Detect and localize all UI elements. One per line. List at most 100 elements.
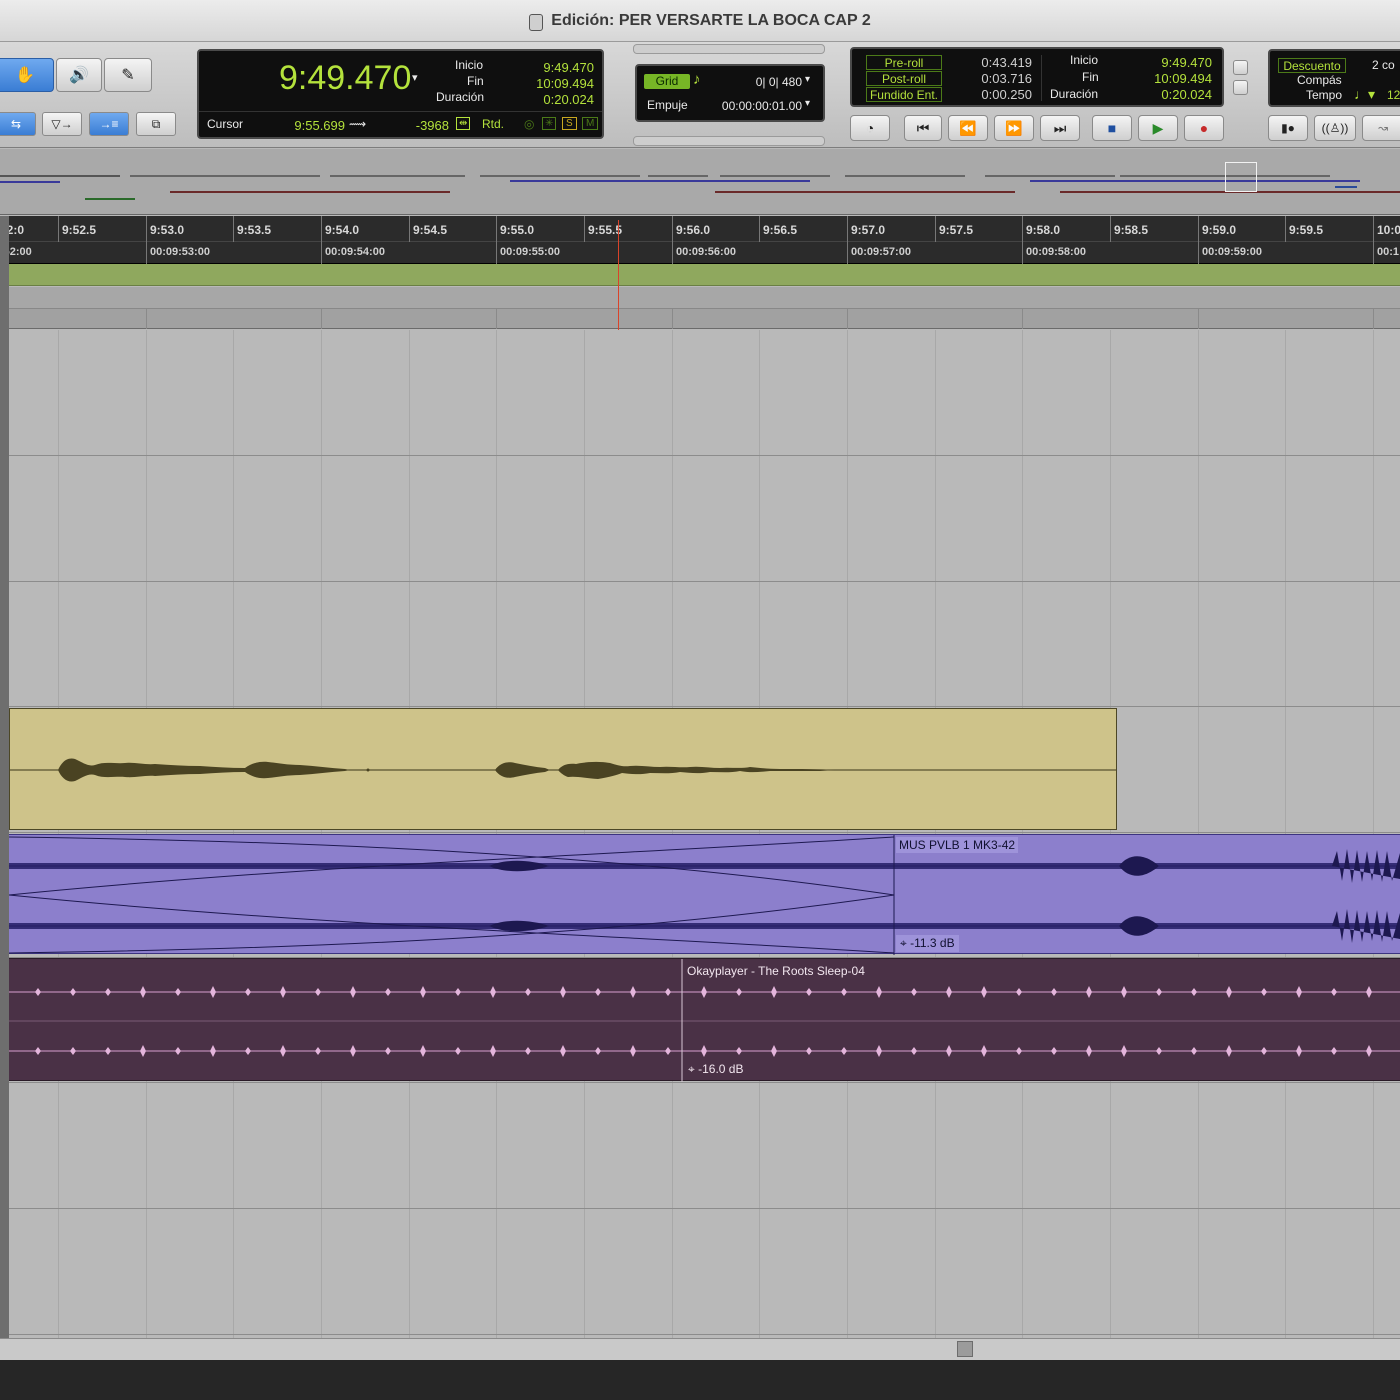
pencil-tool-button[interactable]: ✎ (104, 58, 152, 92)
timecode-label: 00:09:53:00 (150, 246, 210, 258)
playhead-line (618, 220, 619, 330)
mute-safe-button[interactable]: M (582, 117, 599, 130)
gain-icon: ⌖ (688, 1062, 699, 1076)
markers-ruler[interactable] (0, 264, 1400, 286)
ruler-label: 9:56.5 (763, 223, 798, 237)
note-icon[interactable]: ♪ (693, 71, 701, 88)
music-waveform (9, 835, 1400, 955)
stop-icon: ■ (1107, 120, 1117, 136)
okayplayer-clip[interactable]: Okayplayer - The Roots Sleep-04 ⌖ -16.0 … (9, 958, 1400, 1082)
transport-fin-value[interactable]: 10:09.494 (1130, 71, 1212, 86)
rtd-label[interactable]: Rtd. (482, 117, 504, 131)
descuento-value[interactable]: 2 co (1372, 58, 1395, 72)
music-clip-name: MUS PVLB 1 MK3-42 (896, 837, 1019, 853)
descuento-button[interactable]: Descuento (1278, 58, 1346, 73)
tempo-note-icon[interactable]: ♩▾ (1354, 86, 1375, 103)
preroll-button[interactable]: Pre-roll (866, 55, 942, 70)
main-counter: 9:49.470 ▾ Inicio Fin Duración 9:49.470 … (197, 49, 604, 139)
rewind-button[interactable]: ⏪ (948, 115, 988, 141)
ruler-label: 10:0 (1377, 223, 1400, 237)
timecode-label: 00:09:55:00 (500, 246, 560, 258)
hand-icon: ✋ (15, 67, 35, 84)
postroll-value[interactable]: 0:03.716 (962, 71, 1032, 86)
online-button[interactable]: ◔ (850, 115, 890, 141)
dialogue-waveform (10, 758, 1116, 782)
timecode-label: 00:09:57:00 (851, 246, 911, 258)
meter-ruler[interactable] (0, 309, 1400, 329)
snowflake-icon[interactable]: ✳ (542, 117, 557, 130)
play-button[interactable]: ▶ (1138, 115, 1178, 141)
pencil-icon: ✎ (121, 67, 135, 84)
duracion-value[interactable]: 0:20.024 (509, 92, 594, 107)
tempo-panel: Descuento 2 co Compás Tempo ♩▾ 12 (1268, 49, 1400, 107)
solo-safe-button[interactable]: S (562, 117, 577, 130)
window-title: Edición: PER VERSARTE LA BOCA CAP 2 (0, 0, 1400, 42)
expand-toggle-bottom[interactable] (1233, 80, 1248, 95)
go-to-end-button[interactable]: ⏭ (1040, 115, 1080, 141)
conductor-button[interactable]: ↝ (1362, 115, 1400, 141)
timecode-label: 00:09:54:00 (325, 246, 385, 258)
trim-tool-button[interactable]: 🔊 (56, 58, 102, 92)
postroll-button[interactable]: Post-roll (866, 71, 942, 86)
grid-mode-button[interactable]: Grid (644, 74, 690, 89)
transient-icon: →≡ (99, 117, 119, 131)
ruler-label: 9:54.5 (413, 223, 448, 237)
tempo-ruler[interactable] (0, 287, 1400, 309)
ruler-label: 9:59.0 (1202, 223, 1237, 237)
fundido-value[interactable]: 0:00.250 (962, 87, 1032, 102)
main-counter-value[interactable]: 9:49.470 (279, 59, 411, 98)
dialogue-clip[interactable] (9, 708, 1117, 830)
okayplayer-clip-gain[interactable]: ⌖ -16.0 dB (684, 1061, 747, 1078)
preroll-value[interactable]: 0:43.419 (962, 55, 1032, 70)
music-clip[interactable]: MUS PVLB 1 MK3-42 ⌖ -11.3 dB (9, 834, 1400, 955)
expand-toggle-top[interactable] (1233, 60, 1248, 75)
ruler-label: 9:53.0 (150, 223, 185, 237)
music-clip-gain[interactable]: ⌖ -11.3 dB (896, 935, 959, 952)
timecode-ruler[interactable]: :52:00 00:09:53:00 00:09:54:00 00:09:55:… (0, 242, 1400, 264)
tab-to-transient-button[interactable]: →≡ (89, 112, 129, 136)
sample-value: -3968 (415, 118, 449, 133)
transport-inicio-value[interactable]: 9:49.470 (1130, 55, 1212, 70)
mirror-midi-button[interactable]: ⧉ (136, 112, 176, 136)
inicio-value[interactable]: 9:49.470 (509, 60, 594, 75)
tempo-value[interactable]: 12 (1387, 88, 1400, 102)
timecode-label: 00:1 (1377, 246, 1400, 258)
compas-label: Compás (1297, 73, 1342, 87)
insertion-follows-button[interactable]: ▽→ (42, 112, 82, 136)
fast-forward-button[interactable]: ⏩ (994, 115, 1034, 141)
window-title-text: Edición: PER VERSARTE LA BOCA CAP 2 (551, 12, 871, 29)
fast-forward-icon: ⏩ (1005, 119, 1023, 136)
click-button[interactable]: ((♙)) (1314, 115, 1356, 141)
sync-icon[interactable]: ◎ (524, 117, 534, 131)
link-icon: ⇆ (10, 117, 22, 131)
snap-icon[interactable]: ⇹ (456, 117, 471, 130)
timecode-label: 00:09:58:00 (1026, 246, 1086, 258)
transport-duracion-label: Duración (1050, 87, 1099, 101)
ruler-label: 9:57.5 (939, 223, 974, 237)
transport-duracion-value[interactable]: 0:20.024 (1130, 87, 1212, 102)
empuje-value[interactable]: 00:00:00:01.00 (710, 99, 802, 113)
ruler-label: 9:59.5 (1289, 223, 1324, 237)
grabber-tool-button[interactable]: ✋ (0, 58, 54, 92)
grid-dropdown-icon[interactable]: ▾ (805, 74, 810, 85)
insertion-icon: ▽→ (51, 117, 73, 131)
empuje-dropdown-icon[interactable]: ▾ (805, 98, 810, 109)
overview-view-box[interactable] (1225, 162, 1257, 192)
fundido-button[interactable]: Fundido Ent. (866, 87, 942, 102)
midi-merge-button[interactable]: ▮● (1268, 115, 1308, 141)
transport-inicio-label: Inicio (1070, 53, 1099, 67)
universe-overview[interactable] (0, 149, 1400, 215)
horizontal-scrollbar[interactable] (0, 1338, 1400, 1360)
ruler-label: 9:54.0 (325, 223, 360, 237)
scrollbar-thumb[interactable] (957, 1341, 973, 1357)
inicio-label: Inicio (455, 58, 484, 72)
grid-value[interactable]: 0| 0| 480 (747, 75, 802, 89)
fin-value[interactable]: 10:09.494 (509, 76, 594, 91)
counter-dropdown-icon[interactable]: ▾ (412, 71, 418, 84)
min-sec-ruler[interactable]: 52:0 9:52.5 9:53.0 9:53.5 9:54.0 9:54.5 … (0, 216, 1400, 242)
return-to-zero-button[interactable]: ⏮ (904, 115, 942, 141)
merge-icon: ▮● (1281, 121, 1295, 135)
link-timeline-button[interactable]: ⇆ (0, 112, 36, 136)
stop-button[interactable]: ■ (1092, 115, 1132, 141)
record-button[interactable]: ● (1184, 115, 1224, 141)
